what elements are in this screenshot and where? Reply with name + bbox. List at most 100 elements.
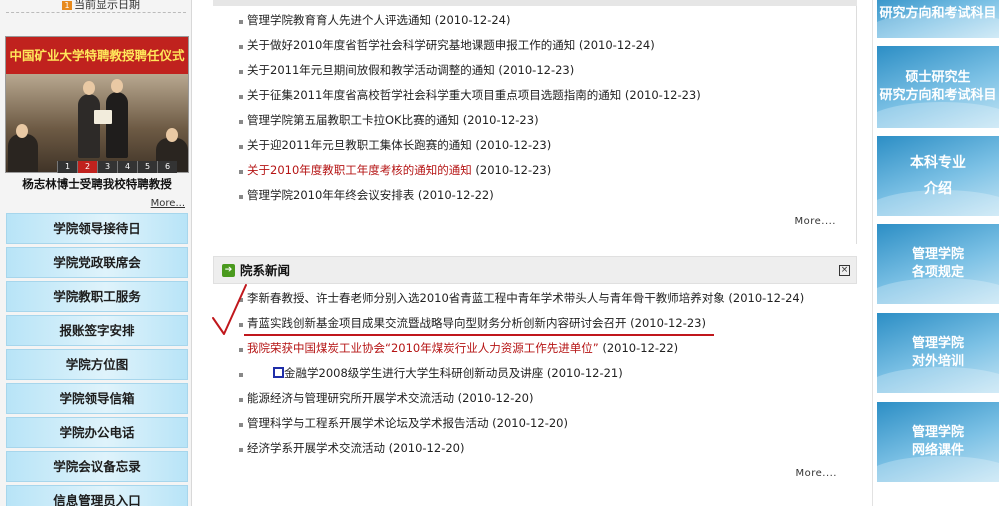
news-date: (2010-12-20) bbox=[492, 416, 568, 430]
menu-button[interactable]: 学院党政联席会 bbox=[6, 247, 188, 278]
red-checkmark-annotation bbox=[212, 284, 247, 335]
news-title-link[interactable]: 管理学院教育育人先进个人评选通知 bbox=[247, 13, 431, 27]
list-item: 金融学2008级学生进行大学生科研创新动员及讲座 (2010-12-21) bbox=[239, 361, 849, 386]
promo-tile[interactable]: 本科专业 介绍 bbox=[877, 136, 999, 216]
news-title-link[interactable]: 经济学系开展学术交流活动 bbox=[247, 441, 385, 455]
list-item: 经济学系开展学术交流活动 (2010-12-20) bbox=[239, 436, 849, 461]
list-item: 关于2011年元旦期间放假和教学活动调整的通知 (2010-12-23) bbox=[239, 58, 849, 83]
promo-tile-line1: 研究方向和考试科目 bbox=[879, 6, 997, 21]
list-item: 关于征集2011年度省高校哲学社会科学重大项目重点项目选题指南的通知 (2010… bbox=[239, 83, 849, 108]
menu-button[interactable]: 学院办公电话 bbox=[6, 417, 188, 448]
news-date: (2010-12-20) bbox=[388, 441, 465, 455]
red-underline-annotation bbox=[244, 334, 714, 336]
news-title-link[interactable]: 我院荣获中国煤炭工业协会“2010年煤炭行业人力资源工作先进单位” bbox=[247, 341, 599, 355]
promo-tile[interactable]: 管理学院 对外培训 bbox=[877, 313, 999, 393]
right-sidebar: 研究方向和考试科目 硕士研究生 研究方向和考试科目 本科专业 介绍 管理学院 各项规定 管理学… bbox=[872, 0, 1002, 506]
person-head bbox=[16, 124, 28, 138]
left-sidebar: 1 当前显示日期 中国矿业大学特聘教授聘任仪式 123456 杨志林博士受聘我校特… bbox=[0, 0, 192, 506]
menu-button[interactable]: 学院方位图 bbox=[6, 349, 188, 380]
promo-tile[interactable]: 研究方向和考试科目 bbox=[877, 0, 999, 38]
arrow-right-icon: ➔ bbox=[222, 264, 235, 277]
person-figure bbox=[106, 92, 128, 158]
menu-button[interactable]: 学院领导接待日 bbox=[6, 213, 188, 244]
news-date: (2010-12-23) bbox=[624, 88, 701, 102]
news-date: (2010-12-23) bbox=[475, 138, 552, 152]
photo-slideshow[interactable]: 中国矿业大学特聘教授聘任仪式 bbox=[5, 36, 189, 173]
news-title-link[interactable]: 管理学院2010年年终会议安排表 bbox=[247, 188, 414, 202]
person-head bbox=[83, 81, 95, 95]
list-item: 青蓝实践创新基金项目成果交流暨战略导向型财务分析创新内容研讨会召开 (2010-… bbox=[239, 311, 849, 336]
person-figure bbox=[8, 134, 38, 172]
promo-tile-line2: 对外培训 bbox=[911, 354, 964, 369]
slide-number-button[interactable]: 5 bbox=[137, 161, 157, 173]
menu-button[interactable]: 学院教职工服务 bbox=[6, 281, 188, 312]
department-news-header: ➔ 院系新闻 × bbox=[213, 256, 857, 284]
news-title-link[interactable]: 李新春教授、许士春老师分别入选2010省青蓝工程中青年学术带头人与青年骨干教师培… bbox=[247, 291, 725, 305]
slide-pager: 123456 bbox=[57, 161, 177, 173]
person-head bbox=[166, 128, 178, 142]
date-label: 当前显示日期 bbox=[74, 0, 140, 11]
notice-more-link[interactable]: More.... bbox=[794, 216, 836, 227]
list-item: 管理学院第五届教职工卡拉OK比赛的通知 (2010-12-23) bbox=[239, 108, 849, 133]
slide-banner-text: 中国矿业大学特聘教授聘任仪式 bbox=[6, 37, 188, 74]
news-date: (2010-12-23) bbox=[475, 163, 552, 177]
menu-button[interactable]: 学院会议备忘录 bbox=[6, 451, 188, 482]
news-title-link[interactable]: 金融学2008级学生进行大学生科研创新动员及讲座 bbox=[284, 366, 543, 380]
promo-tile-line1: 硕士研究生 bbox=[905, 70, 971, 85]
certificate bbox=[94, 110, 112, 124]
list-item: 关于2010年度教职工年度考核的通知的通知 (2010-12-23) bbox=[239, 158, 849, 183]
promo-tile-line2: 介绍 bbox=[924, 181, 952, 197]
list-item: 关于迎2011年元旦教职工集体长跑赛的通知 (2010-12-23) bbox=[239, 133, 849, 158]
promo-tile[interactable]: 管理学院 各项规定 bbox=[877, 224, 999, 304]
news-title-link[interactable]: 关于征集2011年度省高校哲学社会科学重大项目重点项目选题指南的通知 bbox=[247, 88, 621, 102]
news-date: (2010-12-24) bbox=[434, 13, 511, 27]
promo-tile-line2: 各项规定 bbox=[911, 265, 964, 280]
date-number-badge: 1 bbox=[62, 1, 72, 10]
news-title-link[interactable]: 关于2010年度教职工年度考核的通知的通知 bbox=[247, 163, 472, 177]
menu-button[interactable]: 学院领导信箱 bbox=[6, 383, 188, 414]
list-item: 管理科学与工程系开展学术论坛及学术报告活动 (2010-12-20) bbox=[239, 411, 849, 436]
slide-number-button[interactable]: 3 bbox=[97, 161, 117, 173]
slideshow-more-link[interactable]: More... bbox=[151, 198, 185, 209]
news-date: (2010-12-24) bbox=[728, 291, 805, 305]
quick-links-menu: 学院领导接待日 学院党政联席会 学院教职工服务 报账签字安排 学院方位图 学院领导信箱 学院… bbox=[6, 213, 188, 506]
promo-tile-line1: 管理学院 bbox=[911, 425, 964, 440]
list-item: 我院荣获中国煤炭工业协会“2010年煤炭行业人力资源工作先进单位” (2010-… bbox=[239, 336, 849, 361]
slide-caption[interactable]: 杨志林博士受聘我校特聘教授 bbox=[5, 176, 189, 192]
news-date: (2010-12-23) bbox=[462, 113, 539, 127]
news-date: (2010-12-23) bbox=[630, 316, 706, 330]
person-figure bbox=[78, 94, 100, 158]
menu-button[interactable]: 信息管理员入口 bbox=[6, 485, 188, 506]
menu-button[interactable]: 报账签字安排 bbox=[6, 315, 188, 346]
news-date: (2010-12-23) bbox=[498, 63, 575, 77]
promo-tile[interactable]: 管理学院 网络课件 bbox=[877, 402, 999, 482]
news-title-link[interactable]: 关于迎2011年元旦教职工集体长跑赛的通知 bbox=[247, 138, 472, 152]
news-title-link[interactable]: 管理科学与工程系开展学术论坛及学术报告活动 bbox=[247, 416, 489, 430]
list-item: 能源经济与管理研究所开展学术交流活动 (2010-12-20) bbox=[239, 386, 849, 411]
news-date: (2010-12-22) bbox=[602, 341, 679, 355]
news-more-link[interactable]: More.... bbox=[795, 468, 837, 479]
news-title-link[interactable]: 关于2011年元旦期间放假和教学活动调整的通知 bbox=[247, 63, 495, 77]
section-title: 院系新闻 bbox=[240, 263, 291, 278]
notice-list: 管理学院教育育人先进个人评选通知 (2010-12-24) 关于做好2010年度省… bbox=[239, 8, 849, 208]
blue-square-annotation bbox=[273, 367, 284, 378]
notice-panel: 管理学院教育育人先进个人评选通知 (2010-12-24) 关于做好2010年度省… bbox=[213, 0, 857, 244]
promo-tile[interactable]: 硕士研究生研究方向和考试科目 bbox=[877, 46, 999, 128]
slide-photo[interactable] bbox=[6, 74, 188, 172]
slide-number-button[interactable]: 6 bbox=[157, 161, 177, 173]
slide-number-button[interactable]: 2 bbox=[77, 161, 97, 173]
list-item: 管理学院2010年年终会议安排表 (2010-12-22) bbox=[239, 183, 849, 208]
promo-tile-line2: 网络课件 bbox=[911, 443, 964, 458]
close-icon[interactable]: × bbox=[839, 265, 850, 276]
news-title-link[interactable]: 关于做好2010年度省哲学社会科学研究基地课题申报工作的通知 bbox=[247, 38, 575, 52]
list-item: 关于做好2010年度省哲学社会科学研究基地课题申报工作的通知 (2010-12-… bbox=[239, 33, 849, 58]
news-title-link[interactable]: 能源经济与管理研究所开展学术交流活动 bbox=[247, 391, 454, 405]
promo-tile-line1: 本科专业 bbox=[910, 155, 966, 171]
promo-tile-line2: 研究方向和考试科目 bbox=[879, 88, 997, 103]
list-item: 管理学院教育育人先进个人评选通知 (2010-12-24) bbox=[239, 8, 849, 33]
panel-top-bar bbox=[213, 0, 857, 6]
slide-number-button[interactable]: 4 bbox=[117, 161, 137, 173]
news-title-link[interactable]: 管理学院第五届教职工卡拉OK比赛的通知 bbox=[247, 113, 459, 127]
slide-number-button[interactable]: 1 bbox=[57, 161, 77, 173]
news-title-link[interactable]: 青蓝实践创新基金项目成果交流暨战略导向型财务分析创新内容研讨会召开 bbox=[247, 316, 627, 330]
